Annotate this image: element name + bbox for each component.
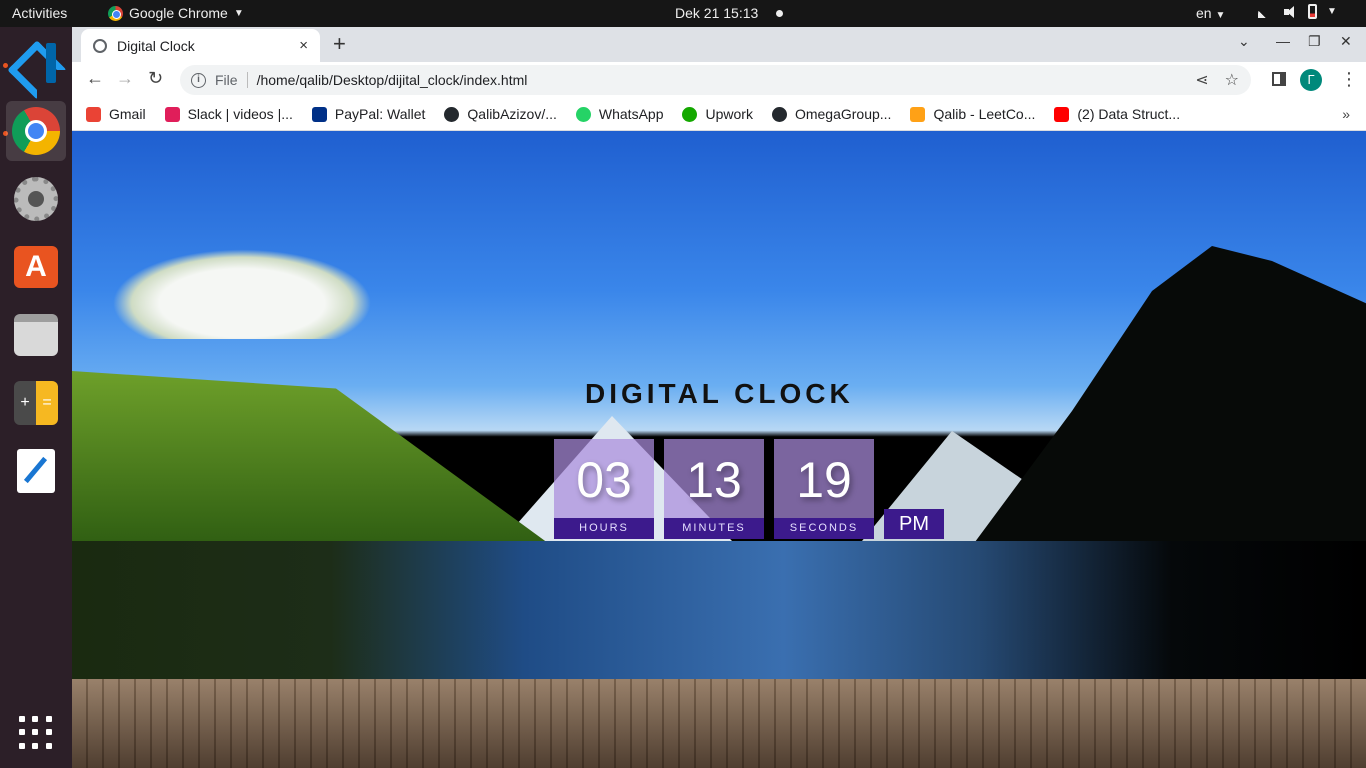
background-lake [72,541,1366,681]
dock-chrome[interactable] [6,101,66,161]
dock-files[interactable] [6,305,66,365]
minutes-value: 13 [686,452,742,508]
bookmark-item[interactable]: Gmail [86,106,146,122]
dock-calculator[interactable]: + = [6,373,66,433]
bookmark-item[interactable]: Qalib - LeetCo... [910,106,1035,122]
minutes-label: MINUTES [664,518,764,539]
profile-avatar[interactable]: Г [1300,69,1322,91]
bookmark-star-icon[interactable]: ☆ [1225,70,1239,90]
volume-icon [1284,5,1298,19]
ampm-indicator: PM [884,509,944,539]
seconds-box: 19 SECONDS [774,439,874,539]
tab-digital-clock[interactable]: Digital Clock × [81,29,320,62]
app-menu[interactable]: Google Chrome ▼ [108,5,244,21]
wifi-icon [1258,5,1274,18]
new-tab-button[interactable]: + [333,31,346,57]
vscode-icon [14,41,58,85]
bookmarks-bar: Gmail Slack | videos |... PayPal: Wallet… [72,98,1366,131]
background-mountain [972,246,1366,546]
software-store-icon: A [14,246,58,288]
bookmark-item[interactable]: WhatsApp [575,106,663,122]
chrome-icon [108,5,123,21]
activities-button[interactable]: Activities [12,5,67,21]
browser-window: Digital Clock × + ⌄ — ❐ ✕ ← → ↻ i File /… [72,27,1366,768]
youtube-icon [1054,106,1070,122]
minimize-icon[interactable]: — [1276,33,1290,49]
url-text[interactable]: /home/qalib/Desktop/dijital_clock/index.… [257,72,528,88]
tab-title: Digital Clock [117,37,195,54]
side-panel-icon[interactable] [1272,72,1286,86]
background-mountain [72,371,552,546]
hours-value: 03 [576,452,632,508]
language-menu[interactable]: en ▼ [1196,5,1225,21]
forward-icon[interactable]: → [116,68,134,89]
github-icon [444,106,460,122]
whatsapp-icon [575,106,591,122]
system-menu[interactable]: ▼ [1258,4,1337,19]
close-window-icon[interactable]: ✕ [1340,33,1352,50]
app-name: Google Chrome [129,5,228,21]
language-label: en [1196,5,1212,21]
bookmark-item[interactable]: OmegaGroup... [771,106,891,122]
bookmark-item[interactable]: Slack | videos |... [164,106,293,122]
slack-icon [164,106,180,122]
github-icon [771,106,787,122]
chrome-icon [12,107,60,155]
top-bar: Activities Google Chrome ▼ Dek 21 15:13 … [0,0,1366,27]
page-viewport: DIGITAL CLOCK 03 HOURS 13 MINUTES 19 SEC… [72,131,1366,768]
settings-icon [14,177,58,221]
hours-label: HOURS [554,518,654,539]
bookmarks-overflow-button[interactable]: » [1342,106,1350,122]
bookmark-item[interactable]: QalibAzizov/... [444,106,557,122]
dock: A + = [0,27,72,768]
share-icon[interactable]: ⋖ [1195,70,1208,90]
upwork-icon [682,106,698,122]
back-icon[interactable]: ← [86,68,104,89]
minutes-box: 13 MINUTES [664,439,764,539]
background-deck [72,679,1366,768]
chevron-down-icon: ▼ [1215,10,1226,21]
bookmark-item[interactable]: Upwork [682,106,753,122]
files-icon [14,314,58,356]
hours-box: 03 HOURS [554,439,654,539]
paypal-icon [311,106,327,122]
dock-settings[interactable] [6,169,66,229]
notification-dot-icon [776,10,783,17]
tab-search-icon[interactable]: ⌄ [1238,33,1250,50]
toolbar: ← → ↻ i File /home/qalib/Desktop/dijital… [72,62,1366,98]
close-icon[interactable]: × [299,37,308,54]
leetcode-icon [910,106,926,122]
calculator-icon: + = [14,381,58,425]
text-editor-icon [17,449,55,493]
bookmark-item[interactable]: (2) Data Struct... [1054,106,1180,122]
dock-text-editor[interactable] [6,441,66,501]
chevron-down-icon: ▼ [233,7,244,19]
seconds-value: 19 [796,452,852,508]
bookmark-item[interactable]: PayPal: Wallet [311,106,425,122]
scheme-chip: File [215,72,248,88]
gmail-icon [86,106,101,122]
menu-icon[interactable]: ⋮ [1340,69,1358,90]
show-applications-button[interactable] [6,703,66,763]
globe-icon [93,38,107,53]
reload-icon[interactable]: ↻ [148,68,163,89]
background-snow [112,249,372,339]
info-icon[interactable]: i [191,72,206,88]
dock-vscode[interactable] [6,33,66,93]
battery-icon [1308,4,1317,19]
chevron-down-icon: ▼ [1327,6,1337,17]
restore-icon[interactable]: ❐ [1308,33,1321,50]
seconds-label: SECONDS [774,518,874,539]
page-title: DIGITAL CLOCK [585,378,854,409]
grid-icon [19,716,53,750]
address-bar[interactable]: i File /home/qalib/Desktop/dijital_clock… [180,65,1251,95]
dock-software-store[interactable]: A [6,237,66,297]
tab-strip: Digital Clock × + ⌄ — ❐ ✕ [72,27,1366,62]
system-clock[interactable]: Dek 21 15:13 [675,5,758,21]
